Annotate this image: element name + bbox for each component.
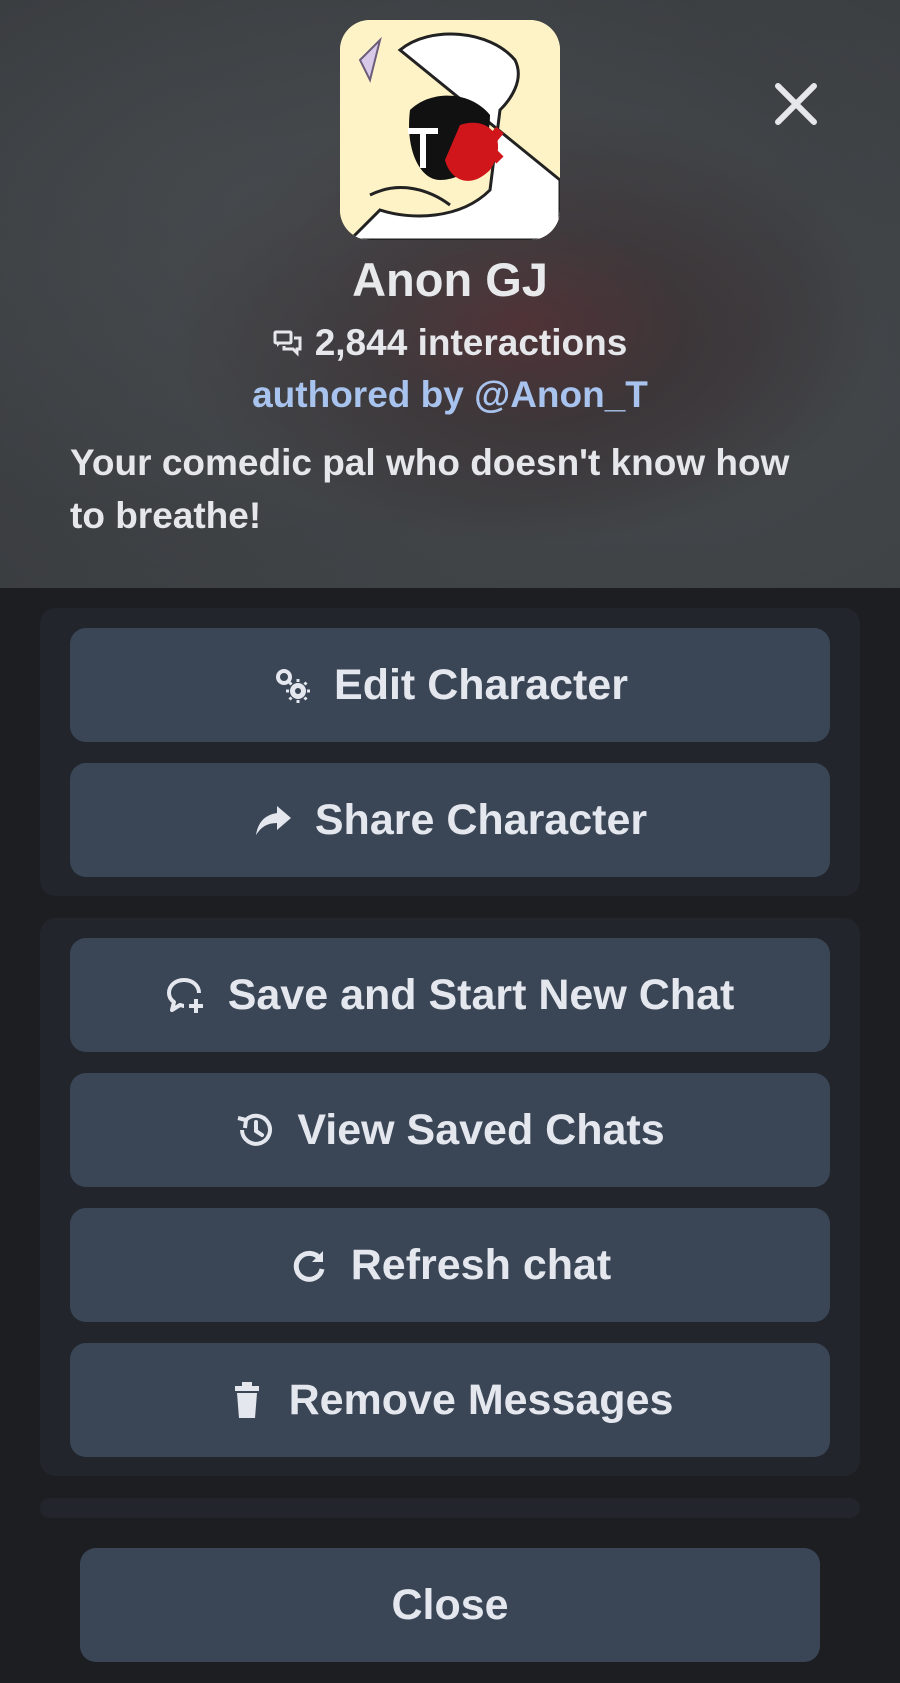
character-avatar: [340, 20, 560, 240]
character-name: Anon GJ: [352, 253, 548, 306]
refresh-icon: [289, 1245, 329, 1285]
remove-messages-button[interactable]: Remove Messages: [70, 1343, 830, 1457]
author-link[interactable]: authored by @Anon_T: [0, 374, 900, 416]
divider: [40, 1498, 860, 1518]
interactions-label: 2,844 interactions: [314, 322, 628, 363]
close-button[interactable]: Close: [80, 1548, 820, 1662]
view-saved-chats-label: View Saved Chats: [297, 1105, 665, 1154]
remove-messages-label: Remove Messages: [288, 1375, 674, 1424]
share-character-button[interactable]: Share Character: [70, 763, 830, 877]
avatar-image: [340, 20, 560, 240]
gears-icon: [272, 665, 312, 705]
refresh-chat-label: Refresh chat: [350, 1240, 612, 1289]
interactions-count: 2,844 interactions: [0, 322, 900, 364]
view-saved-chats-button[interactable]: View Saved Chats: [70, 1073, 830, 1187]
trash-icon: [227, 1380, 267, 1420]
character-description: Your comedic pal who doesn't know how to…: [70, 442, 790, 536]
refresh-chat-button[interactable]: Refresh chat: [70, 1208, 830, 1322]
save-and-start-new-chat-button[interactable]: Save and Start New Chat: [70, 938, 830, 1052]
save-and-start-new-chat-label: Save and Start New Chat: [227, 970, 735, 1019]
edit-character-label: Edit Character: [334, 660, 628, 709]
close-icon[interactable]: [770, 78, 822, 130]
history-icon: [235, 1110, 275, 1150]
edit-character-button[interactable]: Edit Character: [70, 628, 830, 742]
chat-plus-icon: [166, 975, 206, 1015]
chat-bubbles-icon: [273, 330, 302, 357]
share-arrow-icon: [253, 800, 293, 840]
share-character-label: Share Character: [314, 795, 648, 844]
